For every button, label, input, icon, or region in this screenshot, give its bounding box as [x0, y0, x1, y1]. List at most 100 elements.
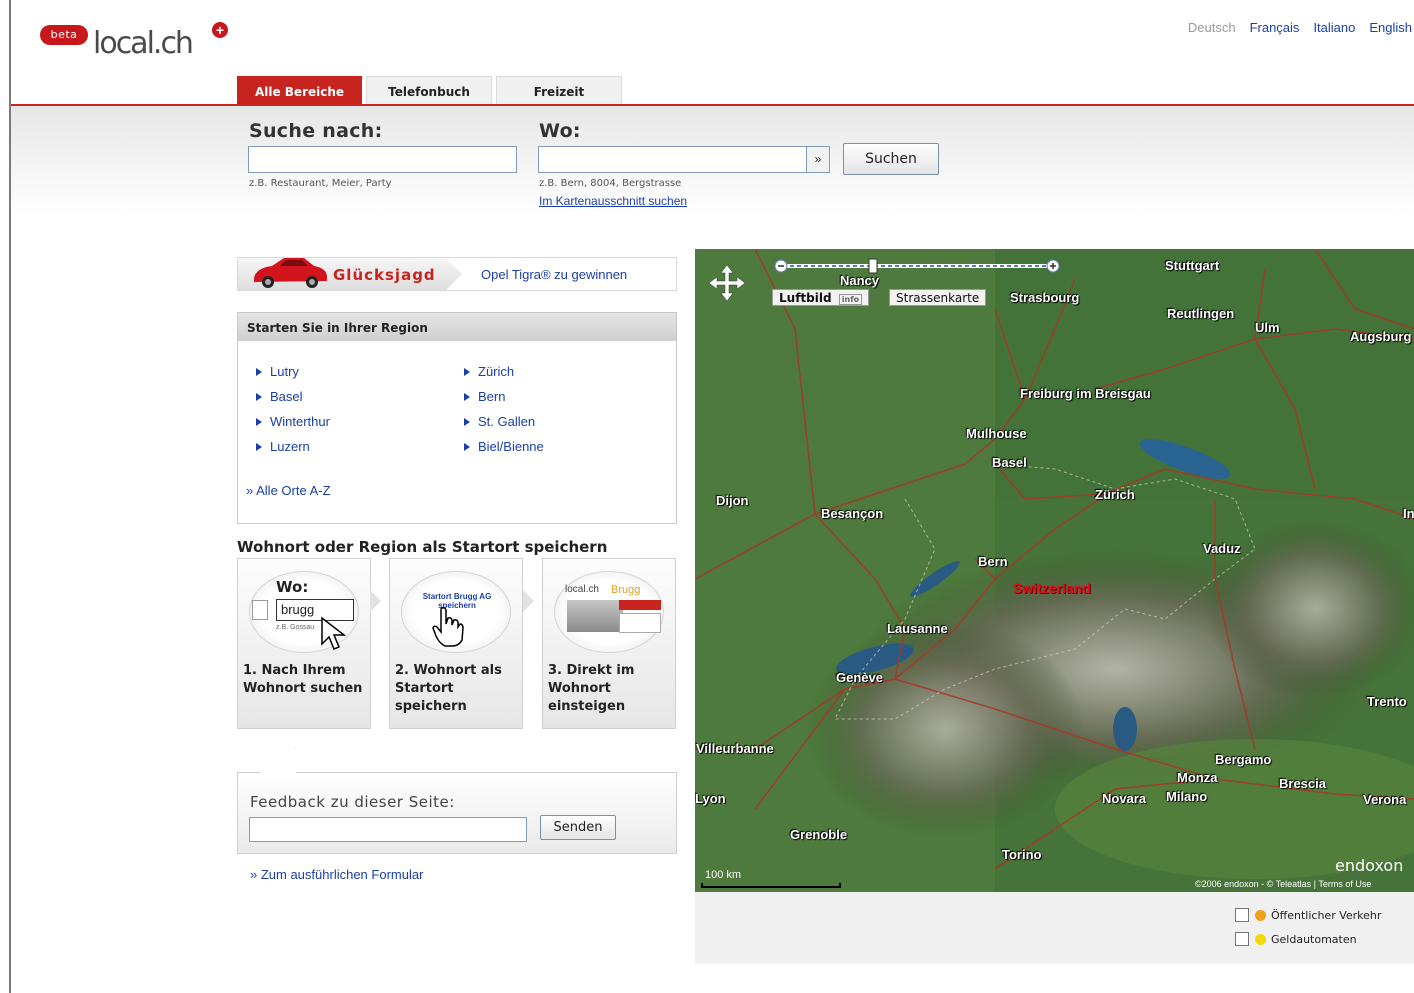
search-what-hint: z.B. Restaurant, Meier, Party	[249, 178, 392, 189]
step-1-text: 1. Nach Ihrem Wohnort suchen	[243, 663, 363, 696]
step-3-text: 3. Direkt im Wohnort einsteigen	[548, 663, 635, 714]
region-link[interactable]: Basel	[270, 389, 303, 404]
bullet-arrow-icon	[464, 392, 470, 401]
region-item[interactable]: St. Gallen	[464, 409, 544, 434]
region-item[interactable]: Lutry	[256, 359, 330, 384]
city-label: Lyon	[695, 791, 726, 806]
map-view[interactable]: Luftbild info Strassenkarte Stuttgart Na…	[695, 249, 1414, 892]
bullet-arrow-icon	[464, 417, 470, 426]
legend-public-transport[interactable]: Öffentlicher Verkehr	[1235, 908, 1381, 922]
city-label: Stuttgart	[1165, 258, 1220, 273]
hand-pointer-icon	[432, 607, 464, 647]
region-link[interactable]: Bern	[478, 389, 505, 404]
map-copyright[interactable]: ©2006 endoxon - © Teleatlas | Terms of U…	[1195, 879, 1371, 889]
header-divider	[11, 104, 1414, 106]
region-link[interactable]: Biel/Bienne	[478, 439, 544, 454]
region-link[interactable]: Winterthur	[270, 414, 330, 429]
region-item[interactable]: Zürich	[464, 359, 544, 384]
city-label: Monza	[1177, 770, 1218, 785]
step-3-card: local.ch Brugg 3. Direkt im Wohnort eins…	[542, 558, 676, 729]
region-link[interactable]: Lutry	[270, 364, 299, 379]
city-label: Novara	[1102, 791, 1147, 806]
street-map-button[interactable]: Strassenkarte	[889, 289, 987, 306]
city-label: Strasbourg	[1010, 290, 1080, 305]
double-chevron-down-icon[interactable]: »	[806, 146, 830, 173]
bullet-arrow-icon	[256, 392, 262, 401]
feedback-send-button[interactable]: Senden	[540, 815, 616, 840]
full-form-link[interactable]: » Zum ausführlichen Formular	[250, 867, 423, 882]
tab-telefonbuch[interactable]: Telefonbuch	[366, 76, 492, 104]
feedback-label: Feedback zu dieser Seite:	[250, 793, 455, 811]
bullet-arrow-icon	[464, 442, 470, 451]
tab-alle-bereiche[interactable]: Alle Bereiche	[237, 76, 362, 104]
step-1-hint: z.B. Gossau	[276, 624, 315, 631]
region-item[interactable]: Bern	[464, 384, 544, 409]
region-header: Starten Sie in Ihrer Region	[238, 313, 676, 341]
city-label: Lausanne	[887, 621, 948, 636]
aerial-info-badge: info	[838, 294, 863, 305]
search-submit-button[interactable]: Suchen	[843, 143, 939, 175]
city-label: Bergamo	[1215, 752, 1272, 767]
car-icon	[254, 258, 327, 288]
promo-link[interactable]: Opel Tigra® zu gewinnen	[481, 267, 627, 282]
search-what-input[interactable]	[248, 146, 517, 173]
city-label: Trento	[1367, 694, 1407, 709]
step-2-illustration: Startort Brugg AG speichern	[401, 571, 511, 653]
region-item[interactable]: Biel/Bienne	[464, 434, 544, 459]
public-transport-dot-icon	[1255, 909, 1266, 921]
city-label: Villeurbanne	[696, 741, 774, 756]
atm-dot-icon	[1255, 933, 1266, 945]
lang-francais[interactable]: Français	[1250, 20, 1300, 35]
city-label: Innsbruck	[1403, 506, 1414, 521]
city-label: Vaduz	[1203, 541, 1241, 556]
lang-italiano[interactable]: Italiano	[1313, 20, 1355, 35]
region-item[interactable]: Winterthur	[256, 409, 330, 434]
legend-atm[interactable]: Geldautomaten	[1235, 932, 1357, 946]
map-legend-bar: Öffentlicher Verkehr Geldautomaten	[695, 892, 1414, 964]
language-switcher: Deutsch Français Italiano English	[1188, 20, 1412, 35]
step-1-card: Wo: brugg z.B. Gossau 1. Nach Ihrem Wohn…	[237, 558, 371, 729]
bullet-arrow-icon	[256, 417, 262, 426]
step-3-place: Brugg	[611, 584, 641, 596]
promo-banner[interactable]: Glücksjagd Opel Tigra® zu gewinnen	[237, 257, 677, 291]
scale-bar	[701, 883, 841, 888]
city-label: Mulhouse	[966, 426, 1027, 441]
step-3-logo: local.ch	[565, 584, 599, 595]
city-label: Freiburg im Breisgau	[1020, 386, 1151, 401]
country-label: Switzerland	[1013, 580, 1091, 596]
city-label: Besançon	[821, 506, 884, 521]
search-where-label: Wo:	[539, 120, 581, 142]
region-item[interactable]: Luzern	[256, 434, 330, 459]
city-label: Milano	[1166, 789, 1208, 804]
atm-checkbox[interactable]	[1235, 932, 1249, 946]
city-label: Zürich	[1095, 487, 1135, 502]
zoom-slider[interactable]	[773, 257, 1063, 275]
satellite-map-image	[695, 249, 1414, 892]
region-link[interactable]: Luzern	[270, 439, 310, 454]
step-arrow-icon	[370, 590, 381, 612]
tab-freizeit[interactable]: Freizeit	[496, 76, 622, 104]
region-list-col2: Zürich Bern St. Gallen Biel/Bienne	[464, 359, 544, 459]
city-label: Basel	[992, 455, 1027, 470]
step-arrow-icon	[523, 590, 534, 612]
feedback-input[interactable]	[249, 817, 527, 842]
lang-english[interactable]: English	[1369, 20, 1412, 35]
step-3-illustration: local.ch Brugg	[554, 571, 664, 653]
city-label: Grenoble	[790, 827, 848, 842]
public-transport-checkbox[interactable]	[1235, 908, 1249, 922]
step-1-illustration: Wo: brugg z.B. Gossau	[249, 571, 359, 653]
lang-deutsch[interactable]: Deutsch	[1188, 20, 1236, 35]
all-places-link[interactable]: » Alle Orte A-Z	[246, 483, 331, 498]
town-photo-icon	[567, 600, 623, 632]
region-item[interactable]: Basel	[256, 384, 330, 409]
beta-badge: beta	[40, 25, 88, 45]
region-link[interactable]: St. Gallen	[478, 414, 535, 429]
aerial-view-button[interactable]: Luftbild info	[772, 289, 870, 306]
search-in-map-link[interactable]: Im Kartenausschnitt suchen	[539, 194, 687, 208]
city-label: Bern	[978, 554, 1008, 569]
search-where-hint: z.B. Bern, 8004, Bergstrasse	[539, 178, 682, 189]
region-link[interactable]: Zürich	[478, 364, 514, 379]
search-tabs: Alle Bereiche Telefonbuch Freizeit	[237, 76, 622, 104]
pan-arrows-icon[interactable]	[705, 263, 749, 303]
search-where-input[interactable]	[538, 146, 807, 173]
